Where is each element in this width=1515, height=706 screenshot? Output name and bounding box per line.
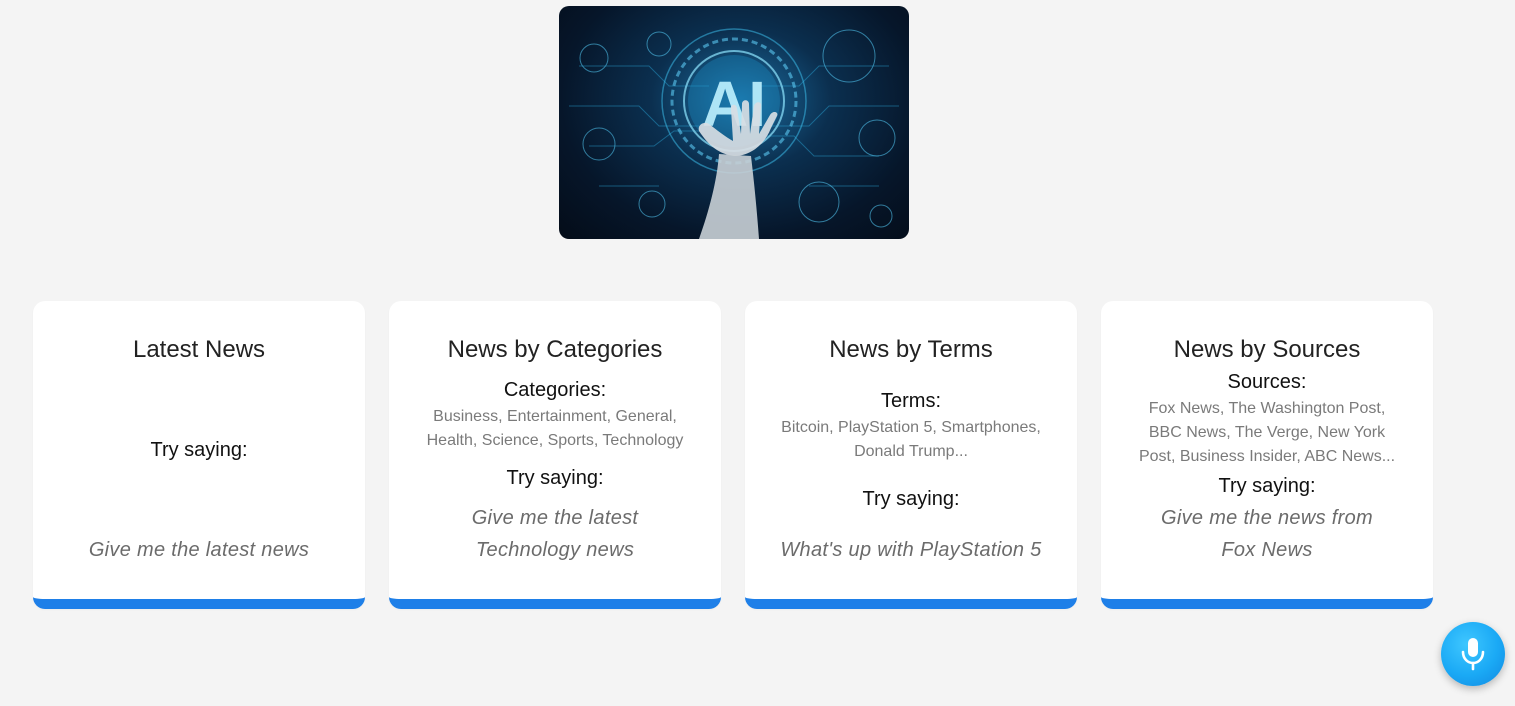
hero-image: AI [559, 6, 909, 239]
card-title: News by Terms [829, 336, 993, 363]
microphone-icon [1461, 638, 1485, 671]
card-title: News by Categories [447, 336, 663, 363]
sources-list: Fox News, The Washington Post, BBC News,… [1138, 400, 1396, 465]
card-title: News by Sources [1173, 336, 1361, 363]
terms-label: Terms: [881, 390, 941, 412]
card-news-by-terms[interactable]: News by Terms Terms: Bitcoin, PlayStatio… [745, 301, 1077, 609]
card-title: Latest News [132, 336, 266, 363]
try-saying-label: Try saying: [862, 488, 960, 510]
categories-label: Categories: [503, 379, 607, 401]
card-latest-news[interactable]: Latest News Try saying: Give me the late… [33, 301, 365, 609]
sources-label: Sources: [1227, 371, 1307, 393]
try-saying-label: Try saying: [506, 467, 604, 489]
try-saying-label: Try saying: [150, 439, 248, 461]
example-phrase: What's up with PlayStation 5 [780, 539, 1042, 561]
try-saying-label: Try saying: [1218, 475, 1316, 497]
example-phrase: Give me the latest news [88, 539, 310, 561]
example-phrase: Give me the news from Fox News [1161, 507, 1373, 561]
categories-list: Business, Entertainment, General, Health… [426, 408, 684, 449]
feature-cards: Latest News Try saying: Give me the late… [33, 301, 1433, 609]
card-news-by-sources[interactable]: News by Sources Sources: Fox News, The W… [1101, 301, 1433, 609]
ai-hand-illustration: AI [569, 28, 899, 239]
example-phrase: Give me the latest Technology news [471, 507, 639, 561]
card-news-by-categories[interactable]: News by Categories Categories: Business,… [389, 301, 721, 609]
terms-list: Bitcoin, PlayStation 5, Smartphones, Don… [781, 419, 1041, 460]
microphone-button[interactable] [1441, 622, 1505, 686]
